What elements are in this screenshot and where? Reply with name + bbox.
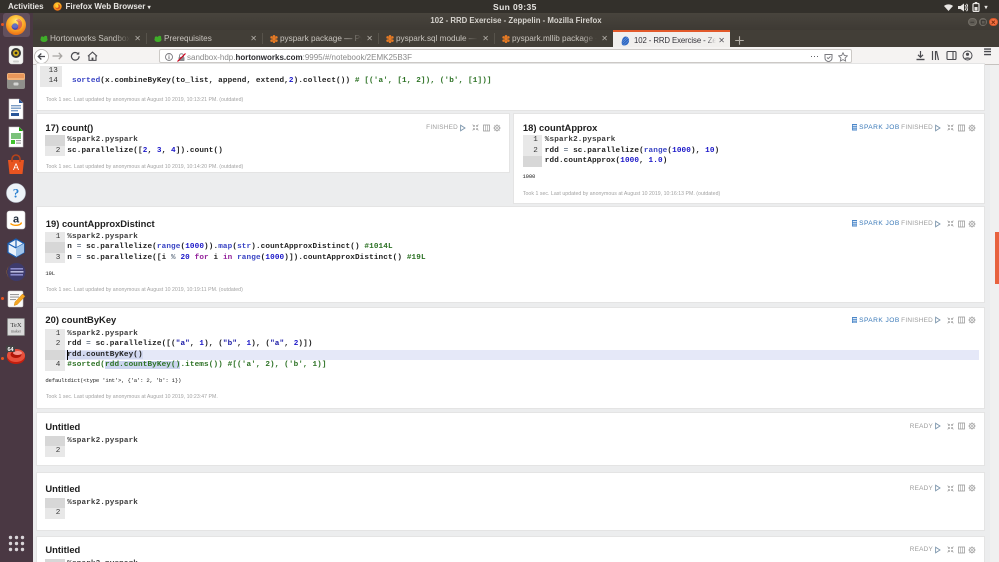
svg-text:a: a — [13, 214, 20, 226]
svg-text:maker: maker — [11, 328, 22, 333]
svg-text:?: ? — [13, 185, 20, 200]
svg-text:64: 64 — [7, 346, 14, 352]
svg-text:A: A — [13, 162, 19, 172]
